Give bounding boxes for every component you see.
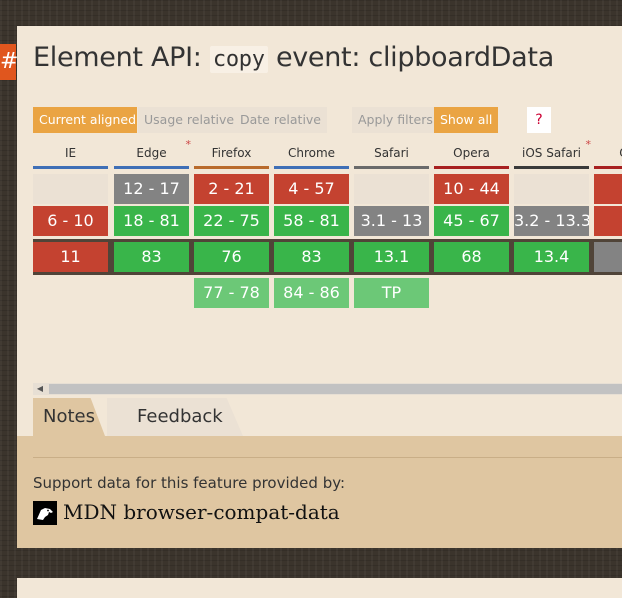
next-card-edge (17, 578, 622, 598)
browser-header: Opera (434, 141, 509, 169)
date-relative-button[interactable]: Date relative (234, 107, 327, 133)
support-cell[interactable] (594, 174, 622, 204)
anchor-hash-link[interactable]: # (0, 44, 18, 80)
browser-header: Safari (354, 141, 429, 169)
view-toolbar: Current aligned Usage relative Date rela… (33, 107, 622, 133)
browser-color-bar (434, 166, 509, 169)
browser-color-bar (594, 166, 622, 169)
mdn-compat-data-link[interactable]: MDN browser-compat-data (63, 500, 340, 524)
note-asterisk: * (585, 138, 592, 151)
mdn-dino-icon[interactable] (33, 501, 57, 525)
scroll-left-icon[interactable]: ◀ (33, 383, 47, 395)
browser-color-bar (33, 166, 108, 169)
browser-name: Edge (136, 146, 167, 160)
support-cell[interactable]: 10 - 44 (434, 174, 509, 204)
browser-color-bar (274, 166, 349, 169)
tab-feedback[interactable]: Feedback (107, 398, 243, 436)
support-cell[interactable]: 2 - 21 (194, 174, 269, 204)
apply-filters-button[interactable]: Apply filters (352, 107, 439, 133)
support-cell[interactable]: 77 - 78 (194, 278, 269, 308)
show-all-button[interactable]: Show all (434, 107, 499, 133)
note-asterisk: * (185, 138, 192, 151)
notes-panel: Support data for this feature provided b… (17, 436, 622, 548)
title-code: copy (209, 46, 268, 73)
browser-name: Opera (453, 146, 490, 160)
usage-relative-button[interactable]: Usage relative (138, 107, 241, 133)
support-cell[interactable]: 13.1 (354, 242, 429, 272)
browser-name: iOS Safari (521, 146, 582, 160)
support-cell[interactable] (33, 174, 108, 204)
browser-color-bar (194, 166, 269, 169)
browser-header: IE (33, 141, 108, 169)
scrollbar-thumb[interactable] (49, 384, 622, 394)
support-cell[interactable]: 68 (434, 242, 509, 272)
browser-name: Chrome (287, 146, 336, 160)
page-title: Element API: copy event: clipboardData (33, 42, 554, 73)
browser-name: Firefox (211, 146, 252, 160)
support-data-text: Support data for this feature provided b… (33, 474, 346, 492)
help-button[interactable]: ? (527, 107, 551, 133)
support-cell[interactable]: 22 - 75 (194, 206, 269, 236)
feature-card: Element API: copy event: clipboardData C… (17, 26, 622, 548)
support-cell[interactable]: 11 (33, 242, 108, 272)
support-cell[interactable]: 18 - 81 (114, 206, 189, 236)
browser-name: IE (64, 146, 77, 160)
support-cell[interactable]: 83 (114, 242, 189, 272)
browser-color-bar (354, 166, 429, 169)
support-cell[interactable]: 3.1 - 13 (354, 206, 429, 236)
support-cell[interactable]: 58 - 81 (274, 206, 349, 236)
browser-header: Edge * (114, 138, 191, 169)
browser-header: Ope (594, 141, 622, 169)
support-cell[interactable] (354, 174, 429, 204)
support-cell[interactable]: TP (354, 278, 429, 308)
tab-notes[interactable]: Notes (33, 398, 105, 436)
browser-name: Safari (374, 146, 409, 160)
support-cell[interactable] (514, 174, 589, 204)
title-prefix: Element API: (33, 42, 210, 73)
support-cell[interactable]: 83 (274, 242, 349, 272)
support-cell[interactable] (594, 242, 622, 272)
support-cell[interactable]: 4 - 57 (274, 174, 349, 204)
browser-header: Chrome (274, 141, 349, 169)
support-cell[interactable]: 12 - 17 (114, 174, 189, 204)
support-cell[interactable] (594, 206, 622, 236)
support-cell[interactable]: 84 - 86 (274, 278, 349, 308)
support-cell[interactable]: 45 - 67 (434, 206, 509, 236)
support-cell[interactable]: 6 - 10 (33, 206, 108, 236)
title-suffix: event: clipboardData (267, 42, 554, 73)
browser-header: iOS Safari * (514, 138, 591, 169)
browser-header: Firefox (194, 141, 269, 169)
horizontal-scrollbar[interactable]: ◀ (33, 383, 622, 395)
browser-color-bar (514, 166, 589, 169)
support-cell[interactable]: 76 (194, 242, 269, 272)
support-cell[interactable]: 3.2 - 13.3 (514, 206, 589, 236)
current-aligned-button[interactable]: Current aligned (33, 107, 137, 133)
browser-color-bar (114, 166, 189, 169)
support-cell[interactable]: 13.4 (514, 242, 589, 272)
divider (33, 457, 622, 458)
